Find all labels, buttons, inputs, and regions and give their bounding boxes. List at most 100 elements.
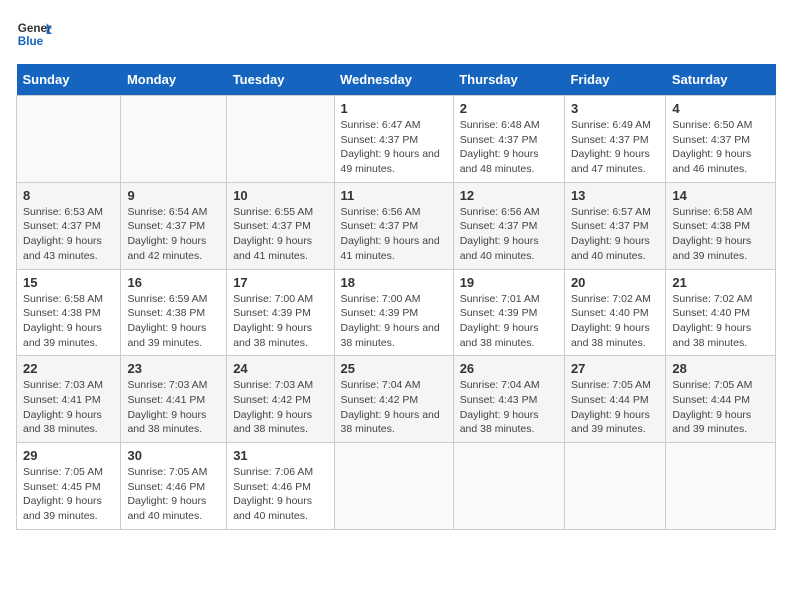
calendar-cell: 21Sunrise: 7:02 AMSunset: 4:40 PMDayligh…: [666, 269, 776, 356]
day-number: 16: [127, 275, 220, 290]
calendar-cell: 20 Sunrise: 7:02 AMSunset: 4:40 PMDayligh…: [564, 269, 665, 356]
day-number: 23: [127, 361, 220, 376]
day-number: 30: [127, 448, 220, 463]
day-number: 24: [233, 361, 327, 376]
day-info: Sunrise: 7:02 AMSunset: 4:40 PMDaylight:…: [571, 292, 659, 351]
day-info: Sunrise: 6:58 AMSunset: 4:38 PMDaylight:…: [672, 205, 769, 264]
calendar-week-1: 1 Sunrise: 6:47 AMSunset: 4:37 PMDaylight…: [17, 96, 776, 183]
calendar-table: SundayMondayTuesdayWednesdayThursdayFrid…: [16, 64, 776, 530]
day-info: Sunrise: 6:56 AMSunset: 4:37 PMDaylight:…: [341, 205, 447, 264]
calendar-cell: 30 Sunrise: 7:05 AMSunset: 4:46 PMDayligh…: [121, 443, 227, 530]
day-info: Sunrise: 6:57 AMSunset: 4:37 PMDaylight:…: [571, 205, 659, 264]
calendar-week-2: 8 Sunrise: 6:53 AMSunset: 4:37 PMDaylight…: [17, 182, 776, 269]
calendar-cell: [121, 96, 227, 183]
svg-text:Blue: Blue: [18, 35, 44, 48]
weekday-header-friday: Friday: [564, 64, 665, 96]
calendar-cell: 22 Sunrise: 7:03 AMSunset: 4:41 PMDayligh…: [17, 356, 121, 443]
day-info: Sunrise: 7:03 AMSunset: 4:41 PMDaylight:…: [23, 378, 114, 437]
day-info: Sunrise: 7:01 AMSunset: 4:39 PMDaylight:…: [460, 292, 558, 351]
calendar-cell: 4 Sunrise: 6:50 AMSunset: 4:37 PMDaylight…: [666, 96, 776, 183]
calendar-cell: 11 Sunrise: 6:56 AMSunset: 4:37 PMDayligh…: [334, 182, 453, 269]
day-number: 18: [341, 275, 447, 290]
calendar-cell: 12Sunrise: 6:56 AMSunset: 4:37 PMDayligh…: [453, 182, 564, 269]
calendar-cell: [666, 443, 776, 530]
weekday-header-thursday: Thursday: [453, 64, 564, 96]
day-number: 28: [672, 361, 769, 376]
day-number: 22: [23, 361, 114, 376]
logo: General Blue: [16, 16, 52, 52]
calendar-cell: 31 Sunrise: 7:06 AMSunset: 4:46 PMDayligh…: [227, 443, 334, 530]
day-info: Sunrise: 6:59 AMSunset: 4:38 PMDaylight:…: [127, 292, 220, 351]
calendar-cell: 9Sunrise: 6:54 AMSunset: 4:37 PMDaylight…: [121, 182, 227, 269]
day-number: 13: [571, 188, 659, 203]
calendar-week-5: 29Sunrise: 7:05 AMSunset: 4:45 PMDayligh…: [17, 443, 776, 530]
calendar-cell: 29Sunrise: 7:05 AMSunset: 4:45 PMDayligh…: [17, 443, 121, 530]
calendar-cell: 17 Sunrise: 7:00 AMSunset: 4:39 PMDayligh…: [227, 269, 334, 356]
day-info: Sunrise: 6:48 AMSunset: 4:37 PMDaylight:…: [460, 118, 558, 177]
day-info: Sunrise: 7:00 AMSunset: 4:39 PMDaylight:…: [341, 292, 447, 351]
day-number: 10: [233, 188, 327, 203]
calendar-cell: [453, 443, 564, 530]
day-info: Sunrise: 6:47 AMSunset: 4:37 PMDaylight:…: [341, 118, 447, 177]
calendar-cell: [17, 96, 121, 183]
calendar-cell: [564, 443, 665, 530]
day-info: Sunrise: 7:04 AMSunset: 4:42 PMDaylight:…: [341, 378, 447, 437]
day-number: 20: [571, 275, 659, 290]
day-info: Sunrise: 7:05 AMSunset: 4:44 PMDaylight:…: [672, 378, 769, 437]
weekday-header-sunday: Sunday: [17, 64, 121, 96]
day-info: Sunrise: 7:02 AMSunset: 4:40 PMDaylight:…: [672, 292, 769, 351]
calendar-cell: 25 Sunrise: 7:04 AMSunset: 4:42 PMDayligh…: [334, 356, 453, 443]
calendar-cell: 19 Sunrise: 7:01 AMSunset: 4:39 PMDayligh…: [453, 269, 564, 356]
day-info: Sunrise: 6:49 AMSunset: 4:37 PMDaylight:…: [571, 118, 659, 177]
calendar-cell: 13 Sunrise: 6:57 AMSunset: 4:37 PMDayligh…: [564, 182, 665, 269]
day-number: 19: [460, 275, 558, 290]
calendar-cell: 15Sunrise: 6:58 AMSunset: 4:38 PMDayligh…: [17, 269, 121, 356]
day-info: Sunrise: 7:05 AMSunset: 4:46 PMDaylight:…: [127, 465, 220, 524]
calendar-cell: 3 Sunrise: 6:49 AMSunset: 4:37 PMDaylight…: [564, 96, 665, 183]
calendar-cell: 23 Sunrise: 7:03 AMSunset: 4:41 PMDayligh…: [121, 356, 227, 443]
day-number: 25: [341, 361, 447, 376]
day-info: Sunrise: 7:06 AMSunset: 4:46 PMDaylight:…: [233, 465, 327, 524]
weekday-header-tuesday: Tuesday: [227, 64, 334, 96]
calendar-cell: 24 Sunrise: 7:03 AMSunset: 4:42 PMDayligh…: [227, 356, 334, 443]
day-number: 31: [233, 448, 327, 463]
day-info: Sunrise: 6:55 AMSunset: 4:37 PMDaylight:…: [233, 205, 327, 264]
day-info: Sunrise: 6:56 AMSunset: 4:37 PMDaylight:…: [460, 205, 558, 264]
day-number: 26: [460, 361, 558, 376]
calendar-cell: [227, 96, 334, 183]
calendar-cell: 10 Sunrise: 6:55 AMSunset: 4:37 PMDayligh…: [227, 182, 334, 269]
day-number: 4: [672, 101, 769, 116]
calendar-header: SundayMondayTuesdayWednesdayThursdayFrid…: [17, 64, 776, 96]
weekday-header-monday: Monday: [121, 64, 227, 96]
calendar-week-4: 22 Sunrise: 7:03 AMSunset: 4:41 PMDayligh…: [17, 356, 776, 443]
day-number: 3: [571, 101, 659, 116]
weekday-header-saturday: Saturday: [666, 64, 776, 96]
day-info: Sunrise: 7:03 AMSunset: 4:41 PMDaylight:…: [127, 378, 220, 437]
day-info: Sunrise: 6:50 AMSunset: 4:37 PMDaylight:…: [672, 118, 769, 177]
day-number: 9: [127, 188, 220, 203]
day-number: 29: [23, 448, 114, 463]
day-info: Sunrise: 6:58 AMSunset: 4:38 PMDaylight:…: [23, 292, 114, 351]
calendar-cell: 27Sunrise: 7:05 AMSunset: 4:44 PMDayligh…: [564, 356, 665, 443]
calendar-cell: 16 Sunrise: 6:59 AMSunset: 4:38 PMDayligh…: [121, 269, 227, 356]
day-number: 27: [571, 361, 659, 376]
calendar-cell: 18 Sunrise: 7:00 AMSunset: 4:39 PMDayligh…: [334, 269, 453, 356]
day-number: 8: [23, 188, 114, 203]
day-number: 1: [341, 101, 447, 116]
calendar-cell: 1 Sunrise: 6:47 AMSunset: 4:37 PMDaylight…: [334, 96, 453, 183]
calendar-cell: 28 Sunrise: 7:05 AMSunset: 4:44 PMDayligh…: [666, 356, 776, 443]
day-number: 2: [460, 101, 558, 116]
day-info: Sunrise: 7:00 AMSunset: 4:39 PMDaylight:…: [233, 292, 327, 351]
calendar-cell: 8 Sunrise: 6:53 AMSunset: 4:37 PMDaylight…: [17, 182, 121, 269]
weekday-header-wednesday: Wednesday: [334, 64, 453, 96]
day-info: Sunrise: 7:04 AMSunset: 4:43 PMDaylight:…: [460, 378, 558, 437]
day-info: Sunrise: 6:53 AMSunset: 4:37 PMDaylight:…: [23, 205, 114, 264]
day-number: 14: [672, 188, 769, 203]
logo-icon: General Blue: [16, 16, 52, 52]
day-number: 11: [341, 188, 447, 203]
calendar-cell: 14 Sunrise: 6:58 AMSunset: 4:38 PMDayligh…: [666, 182, 776, 269]
day-info: Sunrise: 7:03 AMSunset: 4:42 PMDaylight:…: [233, 378, 327, 437]
day-number: 17: [233, 275, 327, 290]
calendar-cell: 2 Sunrise: 6:48 AMSunset: 4:37 PMDaylight…: [453, 96, 564, 183]
calendar-week-3: 15Sunrise: 6:58 AMSunset: 4:38 PMDayligh…: [17, 269, 776, 356]
